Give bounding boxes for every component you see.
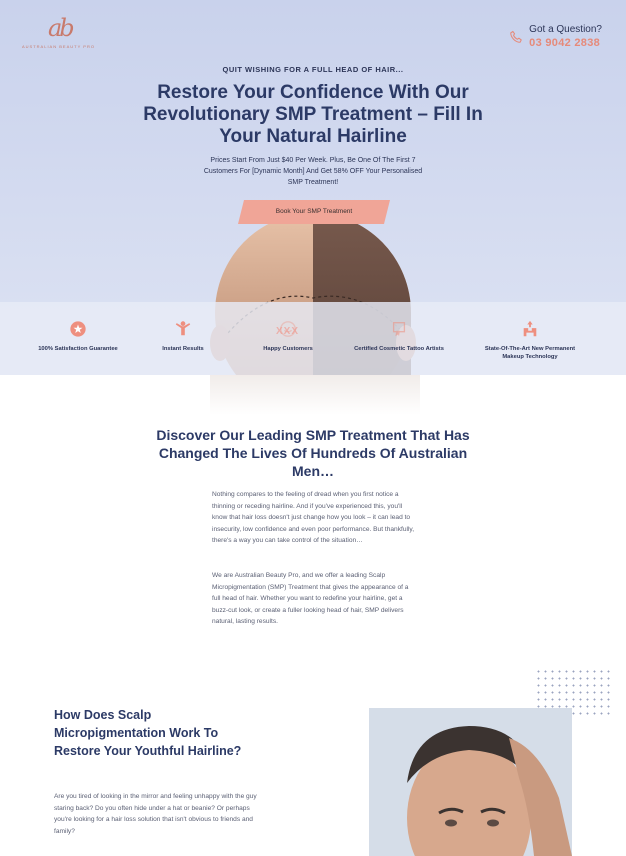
hero-title: Restore Your Confidence With Our Revolut… [143, 82, 483, 147]
how-smp-works-title: How Does Scalp Micropigmentation Work To… [54, 708, 242, 758]
logo-text: AUSTRALIAN BEAUTY PRO [22, 44, 95, 49]
feature-instant-results: Instant Results [128, 320, 238, 354]
badge-star-icon [70, 321, 86, 337]
cta-label: Book Your SMP Treatment [275, 208, 353, 215]
discover-paragraph-1: Nothing compares to the feeling of dread… [212, 491, 415, 544]
hero-subtitle: Prices Start From Just $40 Per Week. Plu… [203, 157, 423, 186]
feature-label: 100% Satisfaction Guarantee [38, 346, 118, 352]
feature-label: Happy Customers [263, 346, 313, 352]
feature-label: Certified Cosmetic Tattoo Artists [354, 346, 444, 352]
hero-image-fade [210, 375, 420, 415]
hero-eyebrow: QUIT WISHING FOR A FULL HEAD OF HAIR... [222, 65, 404, 74]
feature-technology: State-Of-The-Art New Permanent Makeup Te… [475, 320, 585, 361]
book-smp-treatment-button[interactable]: Book Your SMP Treatment [238, 200, 390, 224]
feature-certified-artists: Certified Cosmetic Tattoo Artists [344, 320, 454, 354]
logo-monogram: ab [48, 14, 75, 42]
overlay-placeholder-text: XXX [276, 326, 300, 337]
feature-strip: 100% Satisfaction Guarantee Instant Resu… [0, 302, 626, 375]
certificate-icon [392, 322, 406, 337]
feature-label: State-Of-The-Art New Permanent Makeup Te… [484, 346, 576, 360]
how-smp-works-paragraph: Are you tired of looking in the mirror a… [54, 793, 257, 835]
logo[interactable]: ab AUSTRALIAN BEAUTY PRO [22, 14, 95, 56]
discover-paragraph-2: We are Australian Beauty Pro, and we off… [212, 572, 409, 625]
feature-label: Instant Results [162, 346, 204, 352]
contact-block[interactable]: Got a Question? 03 9042 2838 [509, 24, 602, 49]
phone-number-link[interactable]: 03 9042 2838 [529, 37, 602, 49]
man-checking-hairline-image [369, 708, 572, 856]
contact-question: Got a Question? [529, 24, 602, 35]
discover-title: Discover Our Leading SMP Treatment That … [156, 427, 470, 479]
person-raise-icon [175, 321, 191, 336]
hero-section: ab AUSTRALIAN BEAUTY PRO Got a Question?… [0, 0, 626, 375]
feature-satisfaction: 100% Satisfaction Guarantee [23, 320, 133, 354]
technology-icon [523, 320, 537, 337]
phone-icon [510, 30, 522, 43]
